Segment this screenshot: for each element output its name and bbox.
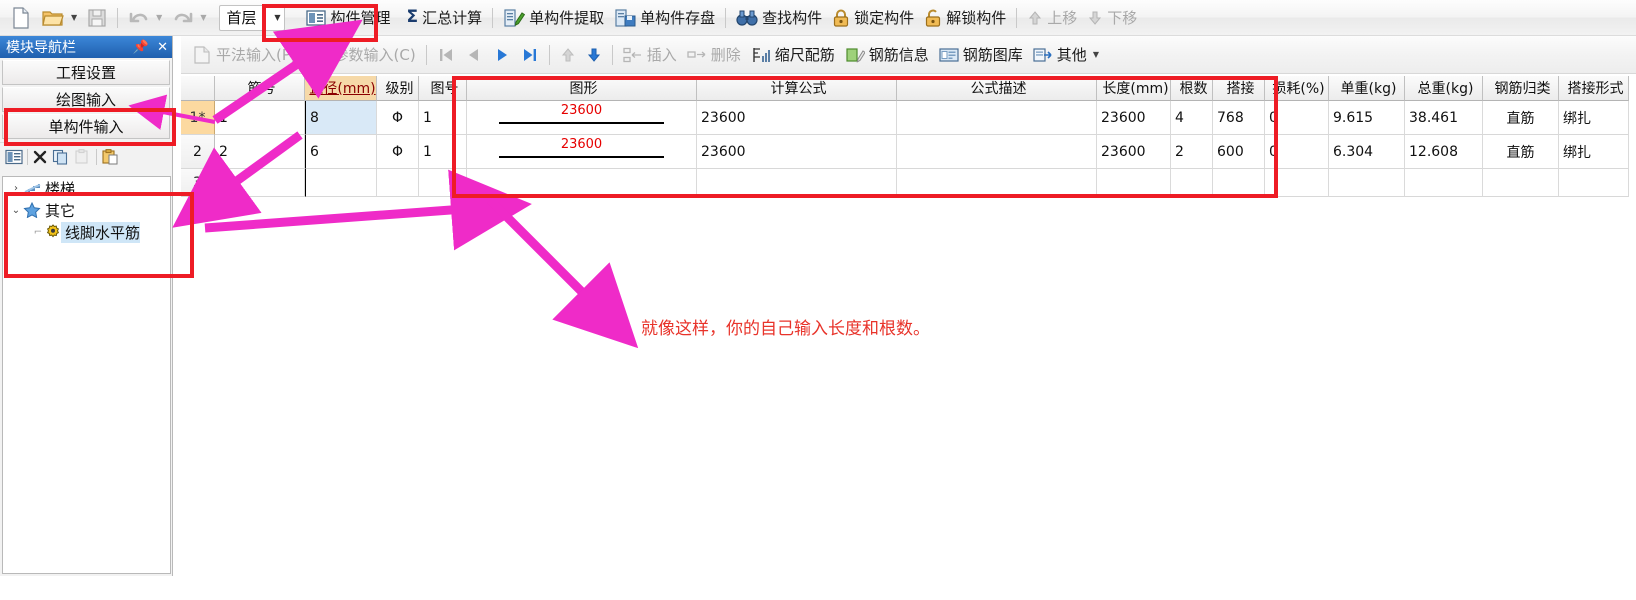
arrow-tree-to-grid (204, 169, 532, 251)
highlight-box-tree-other (4, 192, 194, 278)
highlight-box-grid-region (452, 76, 1278, 198)
arrow-to-note (486, 196, 639, 349)
application-window: ▼ ▼ ▼ 首层 ▼ 构件管理 Σ 汇总计算 单构件提取 单构件存盘 查找构件 … (0, 0, 1636, 600)
annotation-note-text: 就像这样，你的自己输入长度和根数。 (641, 319, 930, 339)
highlight-box-single-component-input (4, 108, 176, 146)
arrow-grid-to-tree (172, 131, 303, 228)
highlight-box-component-manage (262, 4, 378, 42)
arrow-to-component-manage (212, 19, 363, 124)
